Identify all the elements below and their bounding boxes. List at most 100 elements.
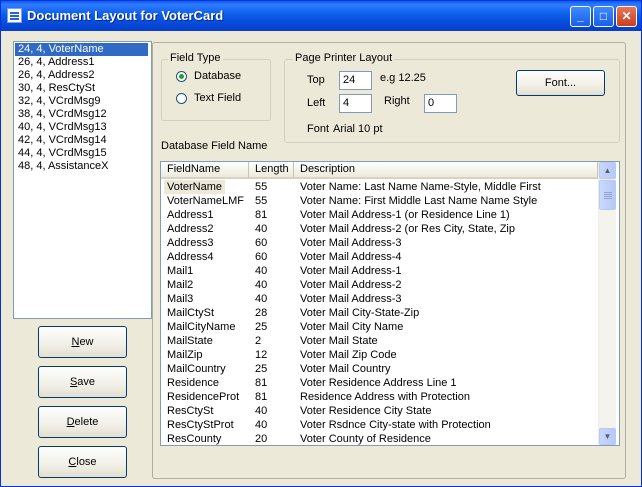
- scroll-thumb[interactable]: [599, 180, 616, 210]
- app-icon: [7, 8, 22, 23]
- table-row[interactable]: Address2 40 Voter Mail Address-2 (or Res C…: [161, 222, 598, 236]
- table-row[interactable]: ResCtyStProt 40 Voter Rsdnce City-state wi…: [161, 418, 598, 432]
- table-row[interactable]: Mail1 40 Voter Mail Address-1: [161, 264, 598, 278]
- list-item[interactable]: 48, 4, AssistanceX: [15, 160, 148, 173]
- radio-text-field[interactable]: [176, 93, 187, 104]
- scroll-down-icon[interactable]: ▼: [599, 428, 616, 445]
- list-item[interactable]: 44, 4, VCrdMsg15: [15, 147, 148, 160]
- cell-fieldname: Mail2: [167, 279, 194, 291]
- cell-fieldname: Address1: [167, 209, 214, 221]
- document-layout-window: Document Layout for VoterCard _ □ ✕ 24, …: [0, 0, 642, 487]
- cell-length: 28: [255, 307, 268, 319]
- cell-description: Voter Mail Address-3: [300, 237, 402, 249]
- cell-description: Voter Mail City Name: [300, 321, 404, 333]
- table-row[interactable]: MailCityName 25 Voter Mail City Name: [161, 320, 598, 334]
- cell-description: Voter Mail Zip Code: [300, 349, 397, 361]
- table-row[interactable]: Residence 81 Voter Residence Address Line …: [161, 376, 598, 390]
- cell-description: Voter County of Residence: [300, 433, 431, 445]
- radio-database-label[interactable]: Database: [194, 70, 241, 82]
- radio-database[interactable]: [176, 71, 187, 82]
- list-item[interactable]: 38, 4, VCrdMsg12: [15, 108, 148, 121]
- column-header-description[interactable]: Description: [294, 162, 598, 179]
- table-row[interactable]: ResCtySt 40 Voter Residence City State: [161, 404, 598, 418]
- table-row[interactable]: ResCounty 20 Voter County of Residence: [161, 432, 598, 445]
- top-example-hint: e.g 12.25: [380, 72, 426, 84]
- table-row[interactable]: Address4 60 Voter Mail Address-4: [161, 250, 598, 264]
- list-item[interactable]: 42, 4, VCrdMsg14: [15, 134, 148, 147]
- cell-length: 81: [255, 209, 268, 221]
- list-item[interactable]: 26, 4, Address1: [15, 56, 148, 69]
- table-row[interactable]: MailZip 12 Voter Mail Zip Code: [161, 348, 598, 362]
- cell-fieldname: MailCtySt: [167, 307, 215, 319]
- top-input[interactable]: 24: [339, 71, 372, 90]
- cell-description: Voter Mail City-State-Zip: [300, 307, 420, 319]
- right-input[interactable]: 0: [424, 94, 457, 113]
- font-button[interactable]: Font...: [516, 70, 605, 96]
- cell-fieldname: VoterNameLMF: [167, 195, 245, 207]
- cell-description: Voter Name: Last Name Name-Style, Middle…: [300, 181, 541, 193]
- database-field-name-label: Database Field Name: [161, 140, 268, 152]
- delete-button[interactable]: Delete: [38, 406, 127, 438]
- cell-length: 40: [255, 405, 268, 417]
- list-item[interactable]: 40, 4, VCrdMsg13: [15, 121, 148, 134]
- cell-fieldname: Address4: [167, 251, 214, 263]
- field-type-group: Field Type Database Text Field: [161, 52, 271, 121]
- cell-description: Voter Mail Address-1 (or Residence Line …: [300, 209, 510, 221]
- table-row[interactable]: ResidenceProt 81 Residence Address with Pr…: [161, 390, 598, 404]
- cell-description: Voter Rsdnce City-state with Protection: [300, 419, 491, 431]
- title-bar[interactable]: Document Layout for VoterCard _ □ ✕: [1, 1, 641, 31]
- cell-length: 55: [255, 195, 268, 207]
- cell-fieldname: VoterName: [164, 180, 226, 194]
- cell-length: 12: [255, 349, 268, 361]
- close-button[interactable]: Close: [38, 446, 127, 478]
- top-label: Top: [307, 74, 325, 86]
- cell-length: 81: [255, 391, 268, 403]
- cell-description: Voter Mail Country: [300, 363, 391, 375]
- database-field-table[interactable]: FieldName Length Description VoterName 55…: [160, 161, 620, 446]
- column-header-length[interactable]: Length: [249, 162, 294, 179]
- cell-length: 81: [255, 377, 268, 389]
- table-row[interactable]: Address3 60 Voter Mail Address-3: [161, 236, 598, 250]
- cell-fieldname: ResCounty: [167, 433, 222, 445]
- table-row[interactable]: Address1 81 Voter Mail Address-1 (or Resid…: [161, 208, 598, 222]
- cell-length: 40: [255, 419, 268, 431]
- cell-length: 40: [255, 223, 268, 235]
- left-label: Left: [307, 97, 326, 109]
- layout-field-list[interactable]: 24, 4, VoterName 26, 4, Address1 26, 4, Ad…: [13, 41, 152, 319]
- scroll-up-icon[interactable]: ▲: [599, 162, 616, 179]
- cell-fieldname: Mail3: [167, 293, 194, 305]
- cell-length: 25: [255, 321, 268, 333]
- font-value: Arial 10 pt: [333, 123, 383, 135]
- close-window-button[interactable]: ✕: [616, 6, 637, 27]
- cell-fieldname: Address2: [167, 223, 214, 235]
- table-row[interactable]: Mail3 40 Voter Mail Address-3: [161, 292, 598, 306]
- cell-fieldname: Residence: [167, 377, 219, 389]
- cell-fieldname: Mail1: [167, 265, 194, 277]
- cell-description: Voter Mail Address-2 (or Res City, State…: [300, 223, 515, 235]
- list-item[interactable]: 24, 4, VoterName: [15, 43, 148, 56]
- table-row[interactable]: Mail2 40 Voter Mail Address-2: [161, 278, 598, 292]
- left-input[interactable]: 4: [339, 94, 372, 113]
- table-row[interactable]: VoterName 55 Voter Name: Last Name Name-St…: [161, 180, 598, 194]
- cell-length: 60: [255, 251, 268, 263]
- list-item[interactable]: 32, 4, VCrdMsg9: [15, 95, 148, 108]
- table-row[interactable]: MailState 2 Voter Mail State: [161, 334, 598, 348]
- maximize-button[interactable]: □: [593, 6, 614, 27]
- save-button[interactable]: Save: [38, 366, 127, 398]
- vertical-scrollbar[interactable]: ▲ ▼: [598, 162, 616, 445]
- cell-length: 55: [255, 181, 268, 193]
- new-button[interactable]: New: [38, 326, 127, 358]
- page-printer-layout-title: Page Printer Layout: [293, 52, 395, 64]
- cell-fieldname: MailCityName: [167, 321, 236, 333]
- cell-length: 25: [255, 363, 268, 375]
- list-item[interactable]: 26, 4, Address2: [15, 69, 148, 82]
- radio-text-field-label[interactable]: Text Field: [194, 92, 241, 104]
- table-row[interactable]: MailCountry 25 Voter Mail Country: [161, 362, 598, 376]
- column-header-fieldname[interactable]: FieldName: [161, 162, 249, 179]
- cell-description: Voter Mail State: [300, 335, 378, 347]
- table-row[interactable]: MailCtySt 28 Voter Mail City-State-Zip: [161, 306, 598, 320]
- table-row[interactable]: VoterNameLMF 55 Voter Name: First Middle L…: [161, 194, 598, 208]
- list-item[interactable]: 30, 4, ResCtySt: [15, 82, 148, 95]
- field-settings-panel: Field Type Database Text Field Page Prin…: [152, 42, 626, 479]
- minimize-button[interactable]: _: [570, 6, 591, 27]
